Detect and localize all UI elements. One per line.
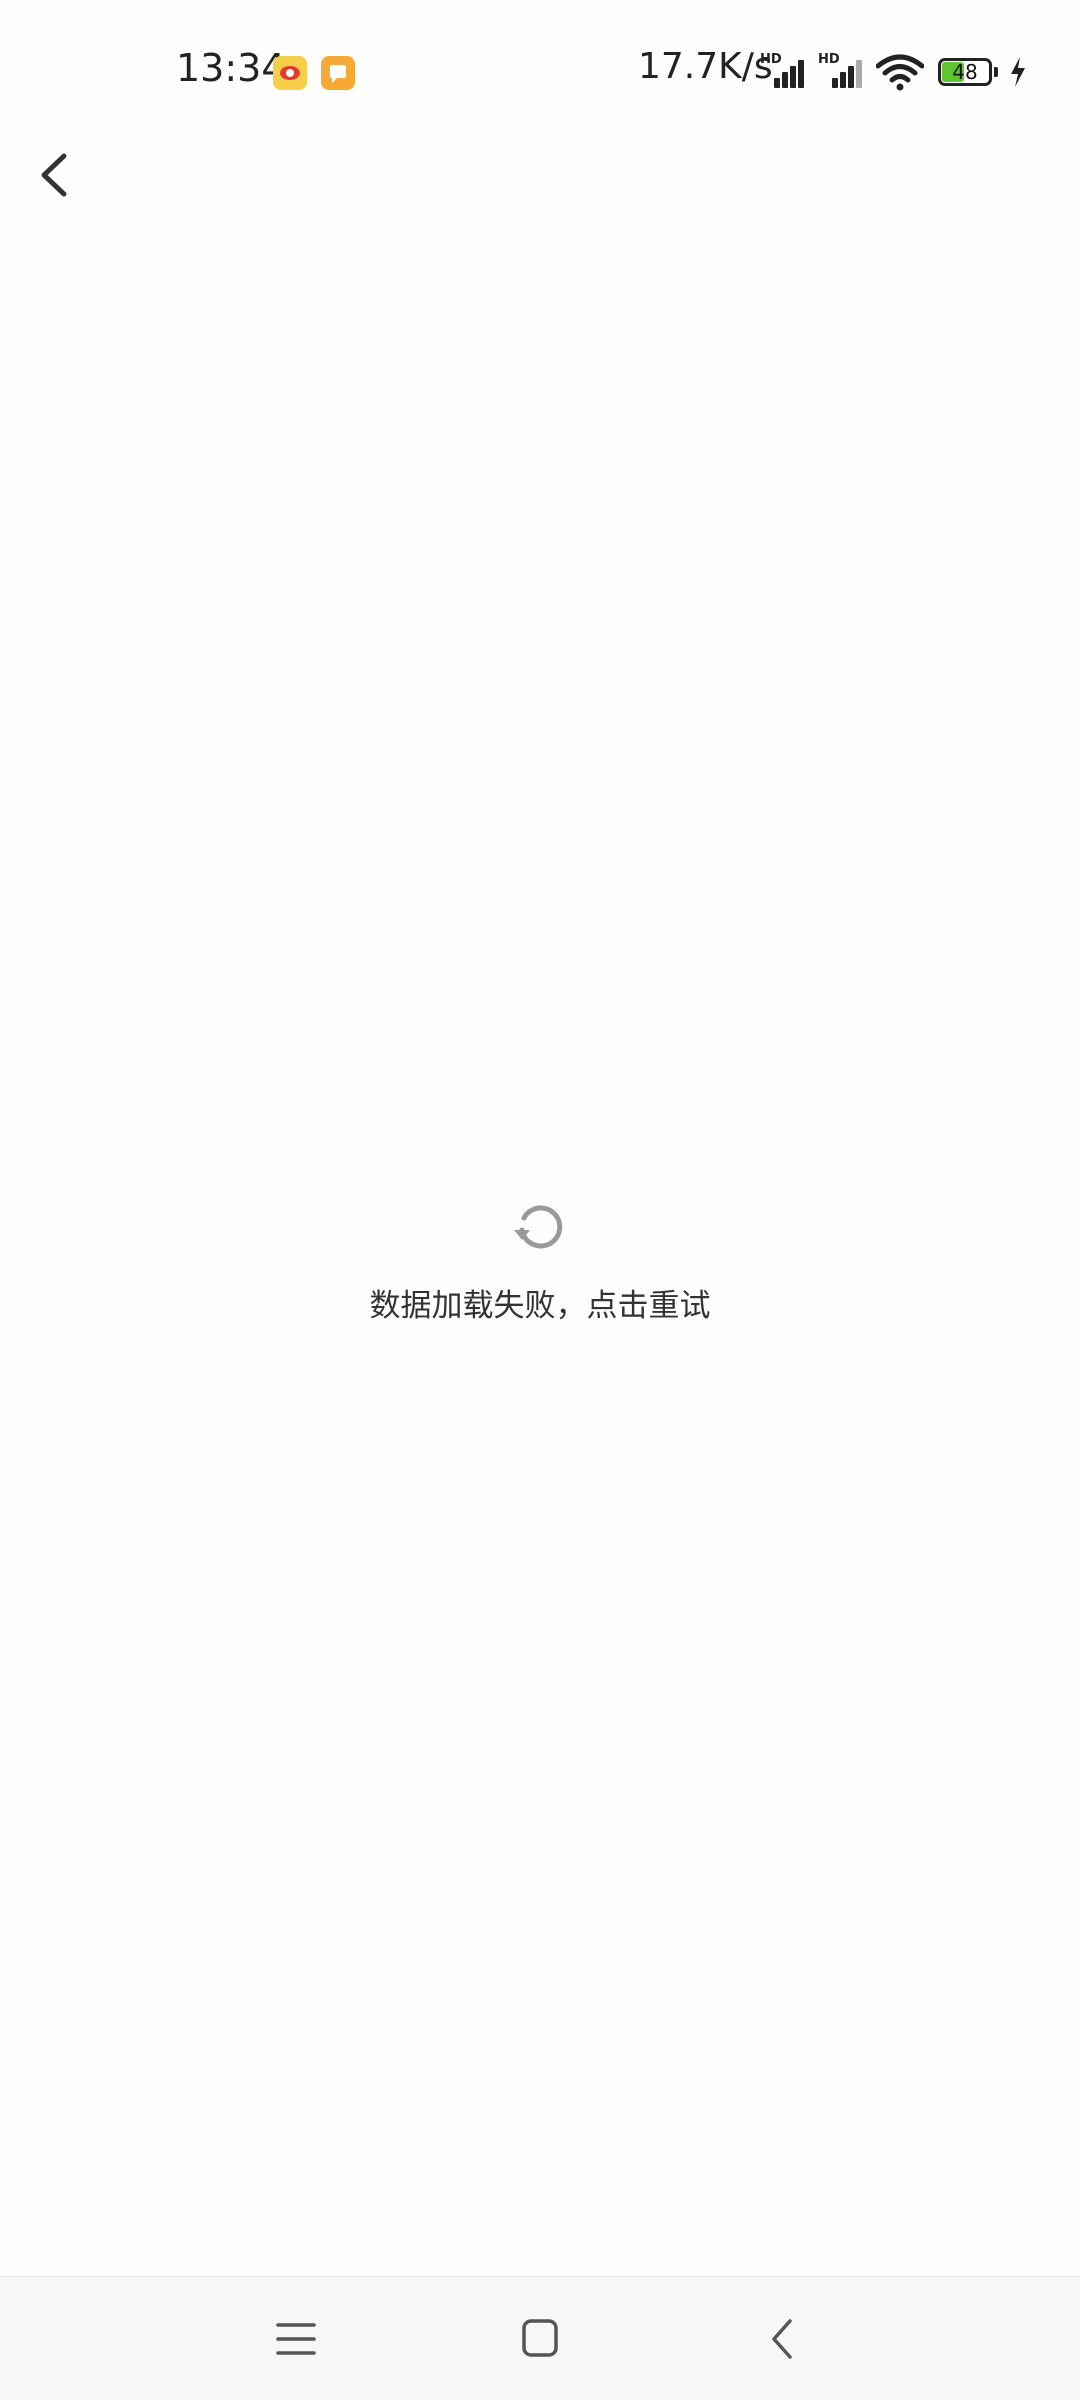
- network-speed: 17.7K/s: [638, 46, 773, 87]
- chevron-left-icon: [41, 153, 67, 197]
- status-time: 13:34: [176, 46, 286, 90]
- system-back-button[interactable]: [752, 2307, 816, 2371]
- charging-icon: [1011, 57, 1025, 87]
- back-button[interactable]: [24, 140, 88, 210]
- back-icon: [772, 2319, 792, 2359]
- refresh-icon: [514, 1205, 563, 1249]
- home-button[interactable]: [508, 2307, 572, 2371]
- menu-button[interactable]: [264, 2307, 328, 2371]
- retry-area[interactable]: 数据加载失败，点击重试: [0, 1196, 1080, 1336]
- status-bar: 13:34 17.7K/s HD HD 48: [0, 0, 1080, 140]
- weibo-icon: [273, 56, 307, 90]
- error-message: 数据加载失败，点击重试: [369, 1288, 711, 1324]
- cellular-signal-icon: HD: [760, 52, 806, 88]
- system-nav-bar: [0, 2276, 1080, 2400]
- cellular-signal-2-icon: HD: [818, 52, 864, 88]
- battery-level: 48: [952, 60, 978, 84]
- screen: 13:34 17.7K/s HD HD 48 数据加载失败，点击重试: [0, 0, 1080, 2400]
- wifi-icon: [876, 54, 924, 91]
- message-icon: [321, 56, 355, 90]
- home-icon: [522, 2319, 558, 2357]
- menu-icon: [276, 2323, 316, 2355]
- signal-2-hd-label: HD: [818, 52, 840, 67]
- battery-icon: 48: [938, 58, 998, 86]
- signal-hd-label: HD: [760, 52, 782, 67]
